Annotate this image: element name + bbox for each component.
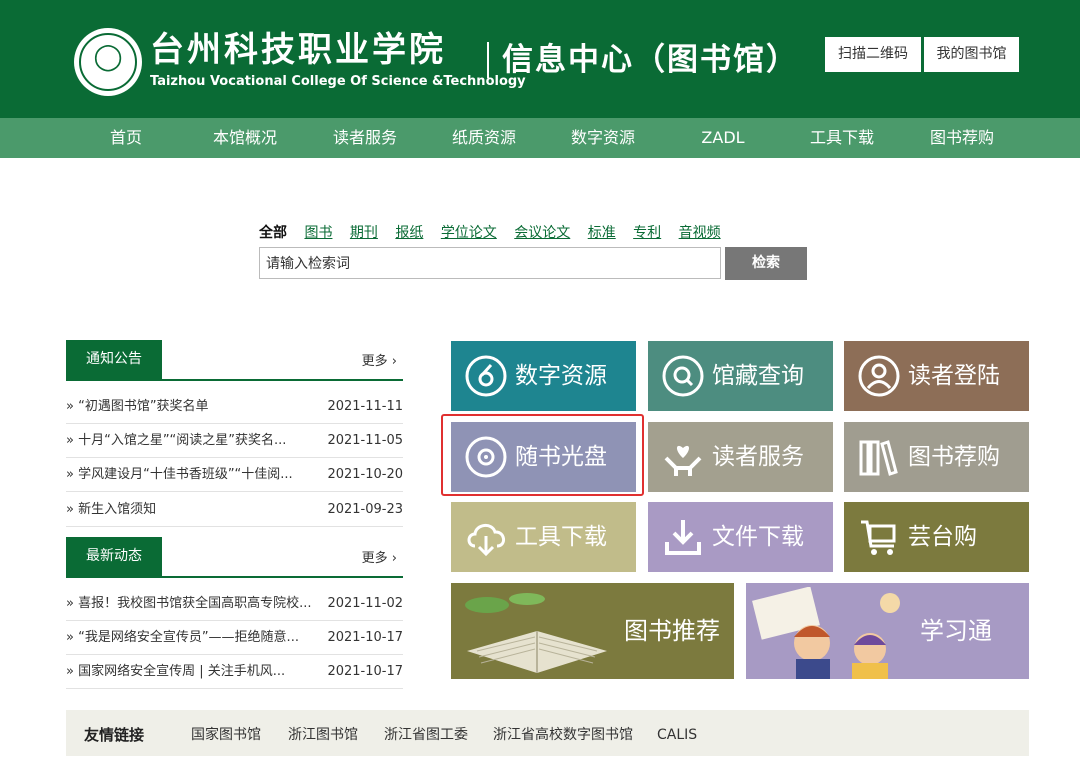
link-zhejiang-lib-committee[interactable]: 浙江省图工委 bbox=[384, 710, 468, 760]
news-item-title[interactable]: » “我是网络安全宣传员”——拒绝随意... bbox=[66, 621, 321, 655]
notice-item[interactable]: » “初遇图书馆”获奖名单 2021-11-11 bbox=[66, 390, 403, 424]
tile-label: 芸台购 bbox=[908, 524, 977, 550]
news-item-title[interactable]: » 国家网络安全宣传周 | 关注手机风... bbox=[66, 655, 321, 689]
search-icon bbox=[662, 355, 704, 397]
news-item-date: 2021-10-17 bbox=[327, 630, 403, 645]
tile-tool-download[interactable]: 工具下载 bbox=[451, 502, 636, 572]
books-icon bbox=[859, 440, 898, 476]
tile-label: 图书荐购 bbox=[908, 444, 1000, 470]
notice-title[interactable]: » 十月“入馆之星”“阅读之星”获奖名... bbox=[66, 424, 321, 458]
banner-label: 图书推荐 bbox=[624, 617, 720, 645]
notices-title: 通知公告 bbox=[66, 340, 162, 379]
cloud-download-icon bbox=[467, 524, 505, 557]
notice-title[interactable]: » “初遇图书馆”获奖名单 bbox=[66, 390, 321, 424]
tile-reader-login[interactable]: 读者登陆 bbox=[844, 341, 1029, 411]
search-tab-patents[interactable]: 专利 bbox=[633, 225, 661, 241]
news-item[interactable]: » 国家网络安全宣传周 | 关注手机风... 2021-10-17 bbox=[66, 655, 403, 689]
search-tab-journals[interactable]: 期刊 bbox=[350, 225, 378, 241]
tile-file-download[interactable]: 文件下载 bbox=[648, 502, 833, 572]
banner-book-recommend[interactable]: 图书推荐 bbox=[451, 583, 734, 679]
tile-yuntai-shop[interactable]: 芸台购 bbox=[844, 502, 1029, 572]
tile-label: 数字资源 bbox=[515, 363, 607, 389]
friend-links-bar: 友情链接 国家图书馆 浙江图书馆 浙江省图工委 浙江省高校数字图书馆 CALIS bbox=[66, 710, 1029, 756]
link-zhejiang-digital-library[interactable]: 浙江省高校数字图书馆 bbox=[493, 710, 633, 760]
notices-header: 通知公告 更多 › bbox=[66, 340, 403, 381]
news-item-date: 2021-11-02 bbox=[327, 596, 403, 611]
banner-xuexitong[interactable]: 学习通 bbox=[746, 583, 1029, 679]
study-illustration-icon bbox=[752, 587, 900, 679]
nav-tool-download[interactable]: 工具下载 bbox=[792, 118, 892, 158]
news-more-link[interactable]: 更多 › bbox=[362, 547, 397, 566]
nav-home[interactable]: 首页 bbox=[76, 118, 176, 158]
open-book-icon bbox=[465, 593, 607, 673]
search-tab-standards[interactable]: 标准 bbox=[588, 225, 616, 241]
college-title: 台州科技职业学院 bbox=[150, 30, 446, 70]
news-item-date: 2021-10-17 bbox=[327, 664, 403, 679]
notice-item[interactable]: » 十月“入馆之星”“阅读之星”获奖名... 2021-11-05 bbox=[66, 424, 403, 458]
news-item[interactable]: » “我是网络安全宣传员”——拒绝随意... 2021-10-17 bbox=[66, 621, 403, 655]
tile-label: 工具下载 bbox=[515, 524, 607, 550]
search-tab-all[interactable]: 全部 bbox=[259, 225, 287, 241]
nav-digital-resources[interactable]: 数字资源 bbox=[553, 118, 653, 158]
site-header: ◯ 台州科技职业学院 Taizhou Vocational College Of… bbox=[0, 0, 1080, 118]
tile-book-recommend[interactable]: 图书荐购 bbox=[844, 422, 1029, 492]
search-button[interactable]: 检索 bbox=[725, 247, 807, 280]
site-subtitle: 信息中心（图书馆） bbox=[502, 42, 799, 78]
nav-book-recommend[interactable]: 图书荐购 bbox=[912, 118, 1012, 158]
title-divider bbox=[487, 42, 489, 78]
notice-item[interactable]: » 学风建设月“十佳书香班级”“十佳阅... 2021-10-20 bbox=[66, 458, 403, 492]
search-tabs: 全部 图书 期刊 报纸 学位论文 会议论文 标准 专利 音视频 bbox=[259, 222, 734, 242]
news-item-title[interactable]: » 喜报！我校图书馆获全国高职高专院校... bbox=[66, 587, 321, 621]
search-tab-newspapers[interactable]: 报纸 bbox=[395, 225, 423, 241]
search-tab-av[interactable]: 音视频 bbox=[679, 225, 721, 241]
nav-print-resources[interactable]: 纸质资源 bbox=[434, 118, 534, 158]
notice-item[interactable]: » 新生入馆须知 2021-09-23 bbox=[66, 493, 403, 527]
link-calis[interactable]: CALIS bbox=[657, 710, 697, 760]
tile-label: 读者服务 bbox=[712, 444, 804, 470]
notice-date: 2021-11-05 bbox=[327, 433, 403, 448]
tile-digital-resources[interactable]: 数字资源 bbox=[451, 341, 636, 411]
friend-links-title: 友情链接 bbox=[84, 726, 145, 744]
tile-catalog-search[interactable]: 馆藏查询 bbox=[648, 341, 833, 411]
my-library-button[interactable]: 我的图书馆 bbox=[924, 37, 1019, 72]
nav-reader-services[interactable]: 读者服务 bbox=[315, 118, 415, 158]
tile-label: 馆藏查询 bbox=[712, 363, 804, 389]
link-national-library[interactable]: 国家图书馆 bbox=[191, 710, 261, 760]
user-icon bbox=[858, 355, 900, 397]
banner-label: 学习通 bbox=[920, 617, 992, 645]
main-nav: 首页 本馆概况 读者服务 纸质资源 数字资源 ZADL 工具下载 图书荐购 bbox=[0, 118, 1080, 158]
tile-reader-services[interactable]: 读者服务 bbox=[648, 422, 833, 492]
college-title-en: Taizhou Vocational College Of Science &T… bbox=[150, 74, 526, 89]
download-icon bbox=[665, 520, 701, 555]
news-item[interactable]: » 喜报！我校图书馆获全国高职高专院校... 2021-11-02 bbox=[66, 587, 403, 621]
tile-label: 文件下载 bbox=[712, 524, 804, 550]
link-zhejiang-library[interactable]: 浙江图书馆 bbox=[288, 710, 358, 760]
news-title: 最新动态 bbox=[66, 537, 162, 576]
news-header: 最新动态 更多 › bbox=[66, 537, 403, 578]
logo-mark: ◯ bbox=[93, 42, 123, 72]
notice-title[interactable]: » 学风建设月“十佳书香班级”“十佳阅... bbox=[66, 458, 321, 492]
college-logo[interactable]: ◯ bbox=[74, 28, 142, 96]
notice-title[interactable]: » 新生入馆须知 bbox=[66, 493, 321, 527]
search-tab-conference[interactable]: 会议论文 bbox=[514, 225, 570, 241]
notices-more-link[interactable]: 更多 › bbox=[362, 350, 397, 369]
cart-icon bbox=[861, 520, 896, 555]
search-input[interactable] bbox=[259, 247, 721, 279]
digital-resource-icon bbox=[465, 355, 507, 397]
highlight-box bbox=[441, 414, 644, 496]
search-tab-books[interactable]: 图书 bbox=[304, 225, 332, 241]
search-tab-theses[interactable]: 学位论文 bbox=[441, 225, 497, 241]
tile-label: 读者登陆 bbox=[908, 363, 1000, 389]
nav-zadl[interactable]: ZADL bbox=[673, 118, 773, 158]
scan-qr-button[interactable]: 扫描二维码 bbox=[825, 37, 921, 72]
nav-about[interactable]: 本馆概况 bbox=[195, 118, 295, 158]
heart-hand-icon bbox=[664, 445, 702, 476]
notice-date: 2021-10-20 bbox=[327, 467, 403, 482]
notice-date: 2021-09-23 bbox=[327, 502, 403, 517]
notice-date: 2021-11-11 bbox=[327, 399, 403, 414]
